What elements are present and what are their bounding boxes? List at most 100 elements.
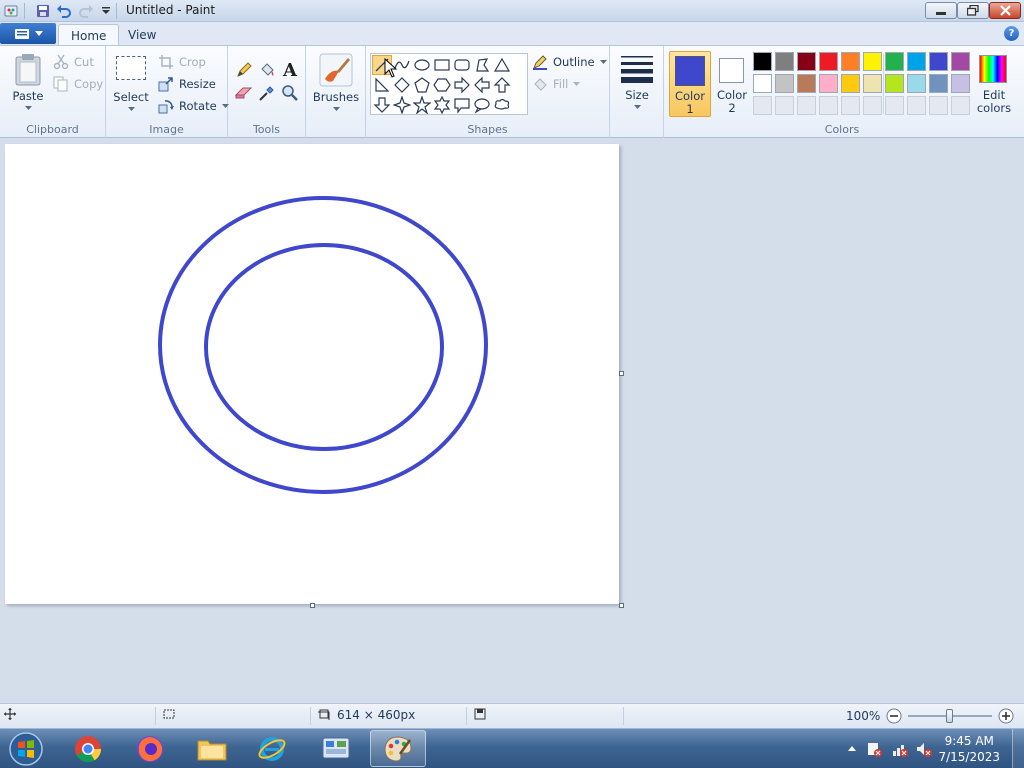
custom-color-slot[interactable] <box>951 96 970 115</box>
help-icon[interactable]: ? <box>1004 26 1019 41</box>
color-picker-icon[interactable] <box>256 82 278 104</box>
palette-swatch[interactable] <box>819 52 838 71</box>
select-button[interactable]: Select <box>113 56 149 112</box>
shape-right-arrow-icon[interactable] <box>452 75 472 95</box>
save-icon[interactable] <box>35 3 51 19</box>
palette-swatch[interactable] <box>841 52 860 71</box>
taskbar-chrome[interactable] <box>60 730 116 767</box>
redo-icon[interactable] <box>78 3 94 19</box>
close-button[interactable] <box>989 2 1021 19</box>
zoom-slider[interactable] <box>908 708 993 724</box>
zoom-slider-thumb[interactable] <box>946 709 954 723</box>
paint-menu-button[interactable] <box>0 23 56 44</box>
palette-swatch[interactable] <box>863 52 882 71</box>
custom-color-slot[interactable] <box>775 96 794 115</box>
shape-hexagon-icon[interactable] <box>432 75 452 95</box>
brushes-button[interactable]: Brushes <box>313 53 359 112</box>
color1-button[interactable]: Color 1 <box>669 51 711 117</box>
outline-button[interactable]: Outline <box>532 54 607 70</box>
palette-swatch[interactable] <box>753 74 772 93</box>
shape-diamond-icon[interactable] <box>392 75 412 95</box>
drawing-canvas[interactable] <box>5 144 619 604</box>
start-button[interactable] <box>4 731 48 767</box>
custom-color-slot[interactable] <box>907 96 926 115</box>
palette-swatch[interactable] <box>907 52 926 71</box>
shape-rounded-rectangle-icon[interactable] <box>452 55 472 75</box>
custom-color-slot[interactable] <box>819 96 838 115</box>
custom-color-slot[interactable] <box>885 96 904 115</box>
shape-rectangle-icon[interactable] <box>432 55 452 75</box>
shape-pentagon-icon[interactable] <box>412 75 432 95</box>
palette-swatch[interactable] <box>797 74 816 93</box>
shape-oval-callout-icon[interactable] <box>472 95 492 115</box>
zoom-out-icon[interactable] <box>886 708 902 724</box>
shape-polygon-icon[interactable] <box>472 55 492 75</box>
fill-button[interactable]: Fill <box>532 76 581 92</box>
shape-four-point-star-icon[interactable] <box>392 95 412 115</box>
crop-button[interactable]: Crop <box>158 54 206 70</box>
palette-swatch[interactable] <box>929 52 948 71</box>
palette-swatch[interactable] <box>951 52 970 71</box>
taskbar-clock[interactable]: 9:45 AM 7/15/2023 <box>938 733 1000 765</box>
eraser-icon[interactable] <box>233 82 255 104</box>
rotate-button[interactable]: Rotate <box>158 98 229 114</box>
shape-rounded-callout-icon[interactable] <box>452 95 472 115</box>
palette-swatch[interactable] <box>863 74 882 93</box>
custom-color-slot[interactable] <box>797 96 816 115</box>
copy-button[interactable]: Copy <box>53 76 103 92</box>
shape-right-triangle-icon[interactable] <box>372 75 392 95</box>
shape-five-point-star-icon[interactable] <box>412 95 432 115</box>
taskbar-control-panel[interactable] <box>308 730 364 767</box>
zoom-in-icon[interactable] <box>998 708 1014 724</box>
customize-quick-access-icon[interactable] <box>98 3 114 19</box>
color2-button[interactable]: Color 2 <box>714 51 750 117</box>
palette-swatch[interactable] <box>819 74 838 93</box>
palette-swatch[interactable] <box>929 74 948 93</box>
magnifier-icon[interactable] <box>279 82 301 104</box>
edit-colors-button[interactable]: Edit colors <box>974 53 1014 117</box>
network-icon[interactable] <box>892 741 908 757</box>
custom-color-slot[interactable] <box>863 96 882 115</box>
palette-swatch[interactable] <box>753 52 772 71</box>
resize-button[interactable]: Resize <box>158 76 216 92</box>
show-hidden-icons-icon[interactable] <box>844 741 860 757</box>
paint-app-icon[interactable] <box>3 3 19 19</box>
action-center-icon[interactable] <box>866 741 882 757</box>
palette-swatch[interactable] <box>797 52 816 71</box>
shape-down-arrow-icon[interactable] <box>372 95 392 115</box>
shape-left-arrow-icon[interactable] <box>472 75 492 95</box>
size-button[interactable]: Size <box>618 54 656 110</box>
shape-oval-icon[interactable] <box>412 55 432 75</box>
palette-swatch[interactable] <box>951 74 970 93</box>
pencil-icon[interactable] <box>233 59 255 81</box>
taskbar-firefox[interactable] <box>122 730 178 767</box>
shape-cloud-callout-icon[interactable] <box>492 95 512 115</box>
volume-icon[interactable] <box>916 741 932 757</box>
tab-view[interactable]: View <box>116 24 168 46</box>
canvas-resize-handle-corner[interactable] <box>619 603 624 608</box>
palette-swatch[interactable] <box>885 74 904 93</box>
custom-color-slot[interactable] <box>841 96 860 115</box>
custom-color-slot[interactable] <box>753 96 772 115</box>
cut-button[interactable]: Cut <box>53 54 94 70</box>
shape-six-point-star-icon[interactable] <box>432 95 452 115</box>
text-tool-icon[interactable]: A <box>279 59 301 81</box>
restore-button[interactable] <box>957 2 989 19</box>
tab-home[interactable]: Home <box>58 24 120 46</box>
minimize-button[interactable] <box>925 2 957 19</box>
palette-swatch[interactable] <box>907 74 926 93</box>
taskbar-paint[interactable] <box>370 730 426 767</box>
shape-triangle-icon[interactable] <box>492 55 512 75</box>
taskbar-internet-explorer[interactable] <box>244 730 300 767</box>
taskbar-explorer[interactable] <box>184 730 240 767</box>
canvas-resize-handle-right[interactable] <box>619 371 624 376</box>
show-desktop-button[interactable] <box>1012 729 1024 768</box>
palette-swatch[interactable] <box>885 52 904 71</box>
custom-color-slot[interactable] <box>929 96 948 115</box>
shape-up-arrow-icon[interactable] <box>492 75 512 95</box>
paste-button[interactable]: Paste <box>8 53 48 111</box>
palette-swatch[interactable] <box>775 74 794 93</box>
undo-icon[interactable] <box>56 3 72 19</box>
canvas-resize-handle-bottom[interactable] <box>310 603 315 608</box>
palette-swatch[interactable] <box>775 52 794 71</box>
